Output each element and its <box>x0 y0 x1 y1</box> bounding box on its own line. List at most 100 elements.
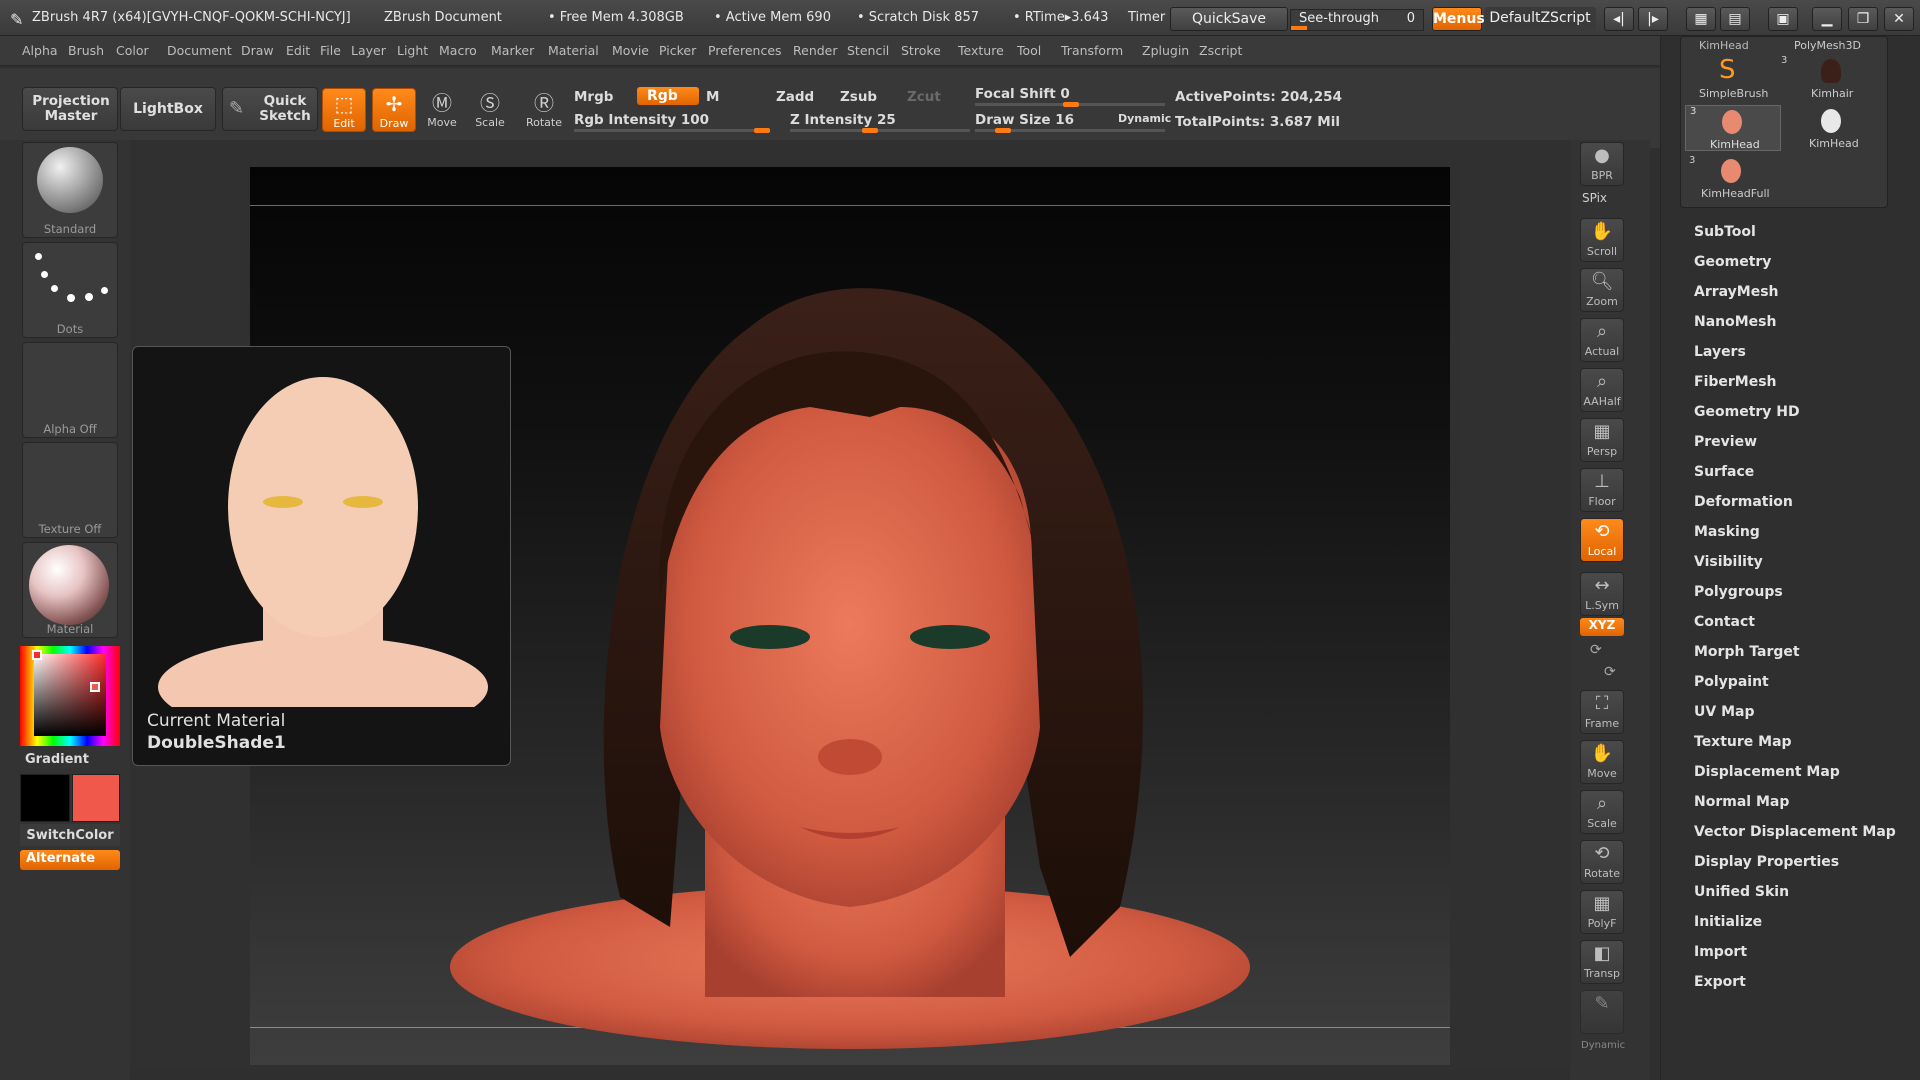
transp-button[interactable]: ◧ Transp <box>1580 940 1624 984</box>
tool-initialize[interactable]: Initialize <box>1694 914 1762 930</box>
menu-stencil[interactable]: Stencil <box>847 43 889 58</box>
menu-zscript[interactable]: Zscript <box>1199 43 1242 58</box>
tool-geometry-hd[interactable]: Geometry HD <box>1694 404 1800 420</box>
ghost-button[interactable]: ✎ <box>1580 990 1624 1034</box>
tool-displacement-map[interactable]: Displacement Map <box>1694 764 1840 780</box>
alpha-picker[interactable]: Alpha Off <box>22 342 118 438</box>
menu-marker[interactable]: Marker <box>491 43 534 58</box>
alternate-button[interactable]: Alternate <box>20 850 120 870</box>
menu-edit[interactable]: Edit <box>286 43 310 58</box>
zcut-button[interactable]: Zcut <box>907 89 941 105</box>
tool-normal-map[interactable]: Normal Map <box>1694 794 1789 810</box>
zoom-button[interactable]: 🔍︎ Zoom <box>1580 268 1624 312</box>
thumb-kimhair[interactable]: 3 Kimhair <box>1781 55 1881 101</box>
draw-button[interactable]: ✢ Draw <box>372 88 416 132</box>
focal-shift-slider[interactable]: Focal Shift 0 <box>975 86 1070 102</box>
menu-stroke[interactable]: Stroke <box>901 43 941 58</box>
tool-uv-map[interactable]: UV Map <box>1694 704 1754 720</box>
tool-unified-skin[interactable]: Unified Skin <box>1694 884 1789 900</box>
close-icon[interactable]: ✕ <box>1884 7 1914 31</box>
tool-texture-map[interactable]: Texture Map <box>1694 734 1792 750</box>
persp-button[interactable]: ▦ Persp <box>1580 418 1624 462</box>
tool-layers[interactable]: Layers <box>1694 344 1746 360</box>
thumb-polymesh3d[interactable]: PolyMesh3D <box>1794 39 1861 52</box>
dynamic-solo-label[interactable]: Dynamic <box>1581 1040 1625 1051</box>
thumb-kimhead-top[interactable]: KimHead <box>1699 39 1749 52</box>
menus-button[interactable]: Menus <box>1432 7 1485 31</box>
menu-macro[interactable]: Macro <box>439 43 477 58</box>
menu-color[interactable]: Color <box>116 43 149 58</box>
switchcolor-button[interactable]: SwitchColor <box>20 824 120 846</box>
menu-picker[interactable]: Picker <box>659 43 696 58</box>
rotate-button[interactable]: Ⓡ Rotate <box>522 88 566 132</box>
move-view-button[interactable]: ✋ Move <box>1580 740 1624 784</box>
floor-button[interactable]: ⊥ Floor <box>1580 468 1624 512</box>
dynamic-toggle[interactable]: Dynamic <box>1118 112 1171 125</box>
zadd-button[interactable]: Zadd <box>776 89 814 105</box>
tool-export[interactable]: Export <box>1694 974 1746 990</box>
rotate-y-icon[interactable]: ⟳ <box>1590 642 1602 658</box>
restore-icon[interactable]: ❐ <box>1848 7 1878 31</box>
tool-display-properties[interactable]: Display Properties <box>1694 854 1839 870</box>
thumb-simplebrush[interactable]: S SimpleBrush <box>1685 55 1781 101</box>
sv-marker[interactable] <box>90 682 100 692</box>
menu-tool[interactable]: Tool <box>1017 43 1041 58</box>
menu-document[interactable]: Document <box>167 43 232 58</box>
tool-geometry[interactable]: Geometry <box>1694 254 1771 270</box>
menu-transform[interactable]: Transform <box>1061 43 1123 58</box>
tool-import[interactable]: Import <box>1694 944 1747 960</box>
tool-polygroups[interactable]: Polygroups <box>1694 584 1783 600</box>
thumb-kimhead-selected[interactable]: 3 KimHead <box>1685 105 1781 151</box>
actual-button[interactable]: ⌕ Actual <box>1580 318 1624 362</box>
tool-polypaint[interactable]: Polypaint <box>1694 674 1769 690</box>
menu-draw[interactable]: Draw <box>241 43 274 58</box>
tool-morph-target[interactable]: Morph Target <box>1694 644 1800 660</box>
m-button[interactable]: M <box>706 89 719 105</box>
frame-button[interactable]: ⛶ Frame <box>1580 690 1624 734</box>
scale-button[interactable]: Ⓢ Scale <box>468 88 512 132</box>
rgb-button[interactable]: Rgb <box>637 87 699 105</box>
tool-arraymesh[interactable]: ArrayMesh <box>1694 284 1779 300</box>
default-zscript-button[interactable]: DefaultZScript <box>1484 7 1596 31</box>
brush-picker[interactable]: Standard <box>22 142 118 238</box>
quick-sketch-button[interactable]: ✎ Quick Sketch <box>222 87 318 131</box>
spix-slider[interactable]: SPix <box>1582 191 1607 205</box>
draw-size-track[interactable] <box>975 128 1165 133</box>
polyf-button[interactable]: ▦ PolyF <box>1580 890 1624 934</box>
z-intensity-track[interactable] <box>790 128 970 133</box>
tool-deformation[interactable]: Deformation <box>1694 494 1793 510</box>
focal-shift-track[interactable] <box>975 102 1165 107</box>
menu-zplugin[interactable]: Zplugin <box>1142 43 1189 58</box>
main-color-swatch[interactable] <box>72 774 120 822</box>
move-button[interactable]: Ⓜ Move <box>420 88 464 132</box>
menu-layer[interactable]: Layer <box>351 43 386 58</box>
tool-fibermesh[interactable]: FiberMesh <box>1694 374 1777 390</box>
scroll-button[interactable]: ✋ Scroll <box>1580 218 1624 262</box>
secondary-color-swatch[interactable] <box>20 774 70 822</box>
xyz-button[interactable]: XYZ <box>1580 618 1624 636</box>
layout-left-icon[interactable]: ◂| <box>1604 7 1634 31</box>
lock-icon[interactable]: ▣ <box>1768 7 1798 31</box>
rotate-z-icon[interactable]: ⟳ <box>1604 664 1616 680</box>
scale-view-button[interactable]: ⌕ Scale <box>1580 790 1624 834</box>
mrgb-button[interactable]: Mrgb <box>574 89 613 105</box>
color-picker[interactable] <box>20 646 120 746</box>
menu-render[interactable]: Render <box>793 43 838 58</box>
draw-size-slider[interactable]: Draw Size 16 <box>975 112 1074 128</box>
gradient-toggle[interactable]: Gradient <box>25 752 89 767</box>
menu-material[interactable]: Material <box>548 43 599 58</box>
edit-button[interactable]: ⬚ Edit <box>322 88 366 132</box>
projection-master-button[interactable]: Projection Master <box>22 87 118 131</box>
thumb-kimheadfull[interactable]: 3 KimHeadFull <box>1685 155 1781 201</box>
menu-texture[interactable]: Texture <box>958 43 1004 58</box>
stroke-picker[interactable]: Dots <box>22 242 118 338</box>
quicksave-button[interactable]: QuickSave <box>1170 7 1288 31</box>
see-through-slider[interactable]: See-through 0 <box>1290 9 1424 31</box>
tool-subtool[interactable]: SubTool <box>1694 224 1756 240</box>
minimize-icon[interactable]: ▁ <box>1812 7 1842 31</box>
rgb-intensity-track[interactable] <box>574 128 770 133</box>
tool-masking[interactable]: Masking <box>1694 524 1760 540</box>
tool-nanomesh[interactable]: NanoMesh <box>1694 314 1776 330</box>
rgb-intensity-slider[interactable]: Rgb Intensity 100 <box>574 112 709 128</box>
thumb-kimhead-white[interactable]: KimHead <box>1785 105 1881 151</box>
